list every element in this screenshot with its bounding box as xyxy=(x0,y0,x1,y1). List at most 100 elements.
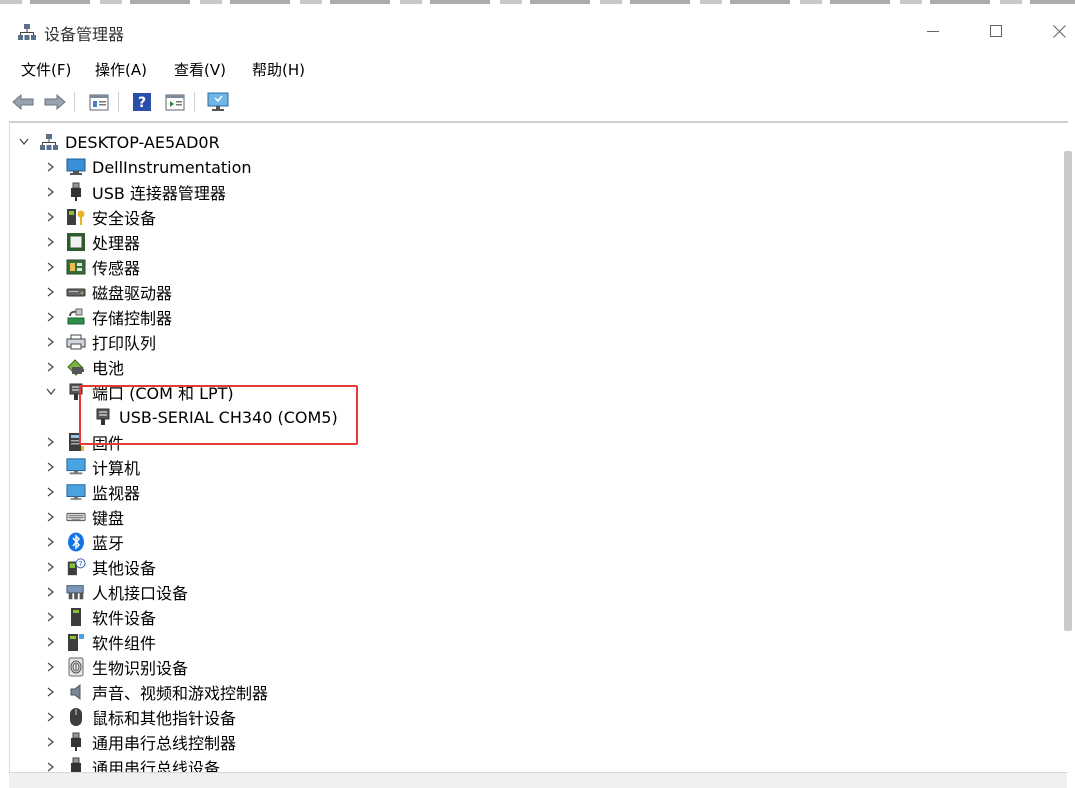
keyboard-icon xyxy=(66,507,86,527)
details-icon[interactable] xyxy=(162,89,188,115)
expand-chevron-icon[interactable] xyxy=(43,234,59,250)
expand-chevron-icon[interactable] xyxy=(43,184,59,200)
expand-chevron-icon[interactable] xyxy=(43,509,59,525)
expand-chevron-icon[interactable] xyxy=(43,609,59,625)
tree-item-label: DellInstrumentation xyxy=(92,157,252,177)
menu-action[interactable]: 操作(A) xyxy=(95,59,147,80)
tree-category[interactable]: 计算机 xyxy=(43,455,140,479)
tree-category[interactable]: 蓝牙 xyxy=(43,530,124,554)
tree-category[interactable]: USB 连接器管理器 xyxy=(43,180,226,204)
expand-chevron-icon[interactable] xyxy=(43,284,59,300)
tree-item-label: 传感器 xyxy=(92,259,141,278)
menu-view[interactable]: 查看(V) xyxy=(174,59,226,80)
tree-category[interactable]: DellInstrumentation xyxy=(43,155,252,179)
window-top-edge xyxy=(0,0,1075,4)
usb-device-icon xyxy=(66,757,86,773)
expand-chevron-icon[interactable] xyxy=(43,484,59,500)
expand-chevron-icon[interactable] xyxy=(43,259,59,275)
print-queue-icon xyxy=(66,332,86,352)
tree-item-label: 通用串行总线设备 xyxy=(92,759,221,773)
tree-item-label: 安全设备 xyxy=(92,209,157,228)
properties-icon[interactable] xyxy=(86,89,112,115)
tree-item-label: 鼠标和其他指针设备 xyxy=(92,709,237,728)
tree-item-label: USB 连接器管理器 xyxy=(92,184,226,203)
disk-drive-icon xyxy=(66,282,86,302)
tree-category[interactable]: 键盘 xyxy=(43,505,124,529)
tree-category[interactable]: 打印队列 xyxy=(43,330,156,354)
tree-item-label: 计算机 xyxy=(92,459,141,478)
maximize-button[interactable] xyxy=(974,14,1018,48)
tree-item-label: 软件组件 xyxy=(92,634,157,653)
expand-chevron-icon[interactable] xyxy=(43,534,59,550)
processor-icon xyxy=(66,232,86,252)
expand-chevron-icon[interactable] xyxy=(43,759,59,773)
tree-category[interactable]: 软件设备 xyxy=(43,605,156,629)
tree-item-label: 监视器 xyxy=(92,484,141,503)
expand-chevron-icon[interactable] xyxy=(43,659,59,675)
toolbar-separator xyxy=(118,92,119,112)
tree-category[interactable]: 磁盘驱动器 xyxy=(43,280,172,304)
tree-item-label: 蓝牙 xyxy=(92,534,125,553)
tree-item-label: DESKTOP-AE5AD0R xyxy=(65,132,220,152)
tree-item-label: 其他设备 xyxy=(92,559,157,578)
computer-root-icon xyxy=(39,132,59,152)
tree-category[interactable]: 鼠标和其他指针设备 xyxy=(43,705,236,729)
security-device-icon xyxy=(66,207,86,227)
dell-instrumentation-icon xyxy=(66,157,86,177)
expand-chevron-icon[interactable] xyxy=(43,359,59,375)
software-component-icon xyxy=(66,632,86,652)
tree-category[interactable]: 通用串行总线设备 xyxy=(43,755,220,773)
vertical-scrollbar[interactable] xyxy=(1064,151,1072,631)
collapse-chevron-icon[interactable] xyxy=(43,384,59,400)
status-bar xyxy=(9,772,1067,788)
forward-icon[interactable] xyxy=(42,89,68,115)
tree-category[interactable]: 生物识别设备 xyxy=(43,655,188,679)
tree-category[interactable]: 软件组件 xyxy=(43,630,156,654)
tree-category[interactable]: 安全设备 xyxy=(43,205,156,229)
expand-chevron-icon[interactable] xyxy=(43,334,59,350)
tree-category[interactable]: 存储控制器 xyxy=(43,305,172,329)
tree-category[interactable]: ? 其他设备 xyxy=(43,555,156,579)
expand-chevron-icon[interactable] xyxy=(43,709,59,725)
expand-chevron-icon[interactable] xyxy=(43,559,59,575)
collapse-chevron-icon[interactable] xyxy=(16,134,32,150)
help-icon[interactable]: ? xyxy=(129,89,155,115)
mouse-icon xyxy=(66,707,86,727)
expand-chevron-icon[interactable] xyxy=(43,734,59,750)
toolbar-separator xyxy=(194,92,195,112)
tree-root-computer[interactable]: DESKTOP-AE5AD0R xyxy=(16,130,220,154)
toolbar-separator xyxy=(74,92,75,112)
window-title: 设备管理器 xyxy=(44,25,125,44)
device-manager-icon xyxy=(18,23,36,41)
tree-category[interactable]: 电池 xyxy=(43,355,124,379)
menu-help[interactable]: 帮助(H) xyxy=(252,59,305,80)
tree-category[interactable]: 通用串行总线控制器 xyxy=(43,730,236,754)
expand-chevron-icon[interactable] xyxy=(43,434,59,450)
tree-category[interactable]: 声音、视频和游戏控制器 xyxy=(43,680,268,704)
expand-chevron-icon[interactable] xyxy=(43,584,59,600)
svg-text:?: ? xyxy=(79,559,83,568)
menu-file[interactable]: 文件(F) xyxy=(21,59,71,80)
computer-icon xyxy=(66,457,86,477)
usb-controller-icon xyxy=(66,732,86,752)
back-icon[interactable] xyxy=(10,89,36,115)
tree-category[interactable]: 监视器 xyxy=(43,480,140,504)
expand-chevron-icon[interactable] xyxy=(43,309,59,325)
tree-category[interactable]: 人机接口设备 xyxy=(43,580,188,604)
other-devices-icon: ? xyxy=(66,557,86,577)
monitor-icon xyxy=(66,482,86,502)
tree-category[interactable]: 处理器 xyxy=(43,230,140,254)
expand-chevron-icon[interactable] xyxy=(43,459,59,475)
software-device-icon xyxy=(66,607,86,627)
close-button[interactable] xyxy=(1037,14,1075,48)
expand-chevron-icon[interactable] xyxy=(43,684,59,700)
minimize-button[interactable] xyxy=(911,14,955,48)
tree-item-label: 通用串行总线控制器 xyxy=(92,734,237,753)
monitor-icon[interactable] xyxy=(205,89,231,115)
expand-chevron-icon[interactable] xyxy=(43,209,59,225)
tree-category[interactable]: 传感器 xyxy=(43,255,140,279)
tree-item-label: 打印队列 xyxy=(92,334,157,353)
sensor-icon xyxy=(66,257,86,277)
expand-chevron-icon[interactable] xyxy=(43,634,59,650)
expand-chevron-icon[interactable] xyxy=(43,159,59,175)
